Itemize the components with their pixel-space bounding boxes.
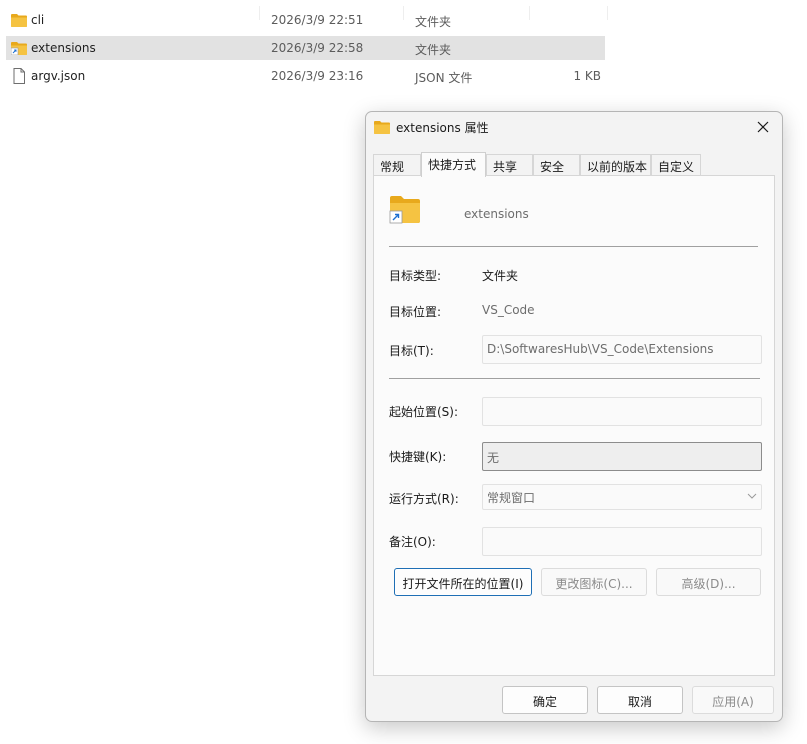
change-icon-button[interactable]: 更改图标(C)... (541, 568, 647, 596)
shortcut-name: extensions (464, 207, 529, 221)
file-type: JSON 文件 (415, 71, 473, 85)
chevron-down-icon (747, 493, 757, 499)
run-select[interactable]: 常规窗口 (482, 484, 762, 510)
hotkey-label: 快捷键(K): (389, 450, 447, 464)
tab-sharing[interactable]: 共享 (486, 154, 533, 175)
file-date: 2026/3/9 22:58 (271, 41, 364, 55)
file-name: argv.json (31, 69, 86, 83)
target-type-label: 目标类型: (389, 269, 442, 283)
file-name: cli (31, 13, 45, 27)
dialog-title: extensions 属性 (396, 121, 489, 135)
column-divider (607, 6, 608, 20)
tab-security[interactable]: 安全 (533, 154, 580, 175)
folder-shortcut-icon (11, 42, 27, 55)
folder-icon (11, 14, 27, 27)
open-file-location-button[interactable]: 打开文件所在的位置(I) (394, 568, 532, 596)
apply-button[interactable]: 应用(A) (692, 686, 774, 714)
start-in-label: 起始位置(S): (389, 405, 459, 419)
tab-shortcut[interactable]: 快捷方式 (421, 152, 486, 177)
file-row-cli[interactable]: cli 2026/3/9 22:51 文件夹 (6, 8, 605, 32)
file-row-argv[interactable]: argv.json 2026/3/9 23:16 JSON 文件 1 KB (6, 64, 605, 88)
target-location-value: VS_Code (482, 303, 535, 317)
run-select-value: 常规窗口 (487, 491, 536, 505)
separator (389, 246, 758, 247)
run-label: 运行方式(R): (389, 492, 459, 506)
file-size: 1 KB (573, 69, 601, 83)
file-date: 2026/3/9 22:51 (271, 13, 364, 27)
start-in-field[interactable] (482, 397, 762, 426)
target-field[interactable]: D:\SoftwaresHub\VS_Code\Extensions (482, 335, 762, 364)
dialog-titlebar[interactable]: extensions 属性 (366, 112, 782, 142)
file-type: 文件夹 (415, 43, 452, 57)
target-location-label: 目标位置: (389, 305, 442, 319)
target-type-value: 文件夹 (482, 269, 519, 283)
hotkey-field[interactable]: 无 (482, 442, 762, 471)
tab-customize[interactable]: 自定义 (651, 154, 701, 175)
file-type: 文件夹 (415, 15, 452, 29)
file-name: extensions (31, 41, 96, 55)
tab-general[interactable]: 常规 (373, 154, 421, 175)
properties-dialog: extensions 属性 常规 快捷方式 共享 安全 以前的版本 自定义 ex… (365, 111, 783, 722)
comment-field[interactable] (482, 527, 762, 556)
folder-icon (374, 121, 390, 134)
file-date: 2026/3/9 23:16 (271, 69, 364, 83)
ok-button[interactable]: 确定 (502, 686, 588, 714)
close-button[interactable] (750, 116, 776, 138)
folder-shortcut-icon (389, 196, 420, 224)
shortcut-panel: extensions 目标类型: 文件夹 目标位置: VS_Code 目标(T)… (373, 175, 775, 676)
close-icon (757, 121, 769, 133)
tab-previous-versions[interactable]: 以前的版本 (580, 154, 651, 175)
comment-label: 备注(O): (389, 535, 436, 549)
target-label: 目标(T): (389, 344, 434, 358)
cancel-button[interactable]: 取消 (597, 686, 683, 714)
tab-strip: 常规 快捷方式 共享 安全 以前的版本 自定义 (373, 152, 773, 177)
separator (389, 378, 760, 379)
file-icon (13, 68, 25, 84)
advanced-button[interactable]: 高级(D)... (656, 568, 761, 596)
file-row-extensions[interactable]: extensions 2026/3/9 22:58 文件夹 (6, 36, 605, 60)
